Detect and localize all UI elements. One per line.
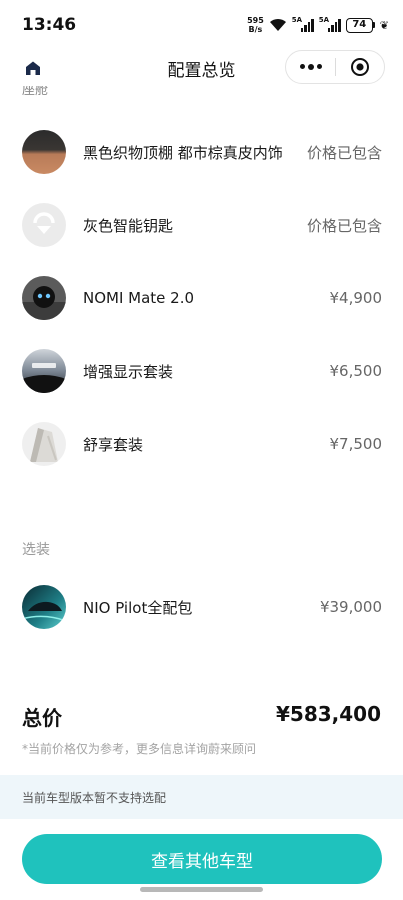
item-price: ¥39,000: [319, 598, 382, 616]
section-label-optional: 选装: [22, 542, 50, 558]
mini-program-capsule: [285, 50, 385, 84]
home-indicator[interactable]: [140, 887, 263, 892]
item-name: 增强显示套装: [83, 362, 174, 381]
net-speed-value: 595: [247, 16, 264, 25]
signal-1-icon: 5A: [292, 16, 314, 32]
net-speed-unit: B/s: [248, 25, 263, 34]
status-time: 13:46: [22, 15, 77, 35]
item-name: 黑色织物顶棚 都市棕真皮内饰: [83, 143, 283, 162]
hud-display-icon: [22, 349, 66, 393]
notice-bar: 当前车型版本暂不支持选配: [0, 775, 403, 819]
battery-icon: 74: [345, 17, 375, 33]
nio-key-logo-icon: [22, 203, 66, 247]
list-item: 增强显示套装 ¥6,500: [22, 349, 382, 393]
nav-bar: 配置总览: [0, 48, 403, 88]
close-mini-program-button[interactable]: [336, 57, 384, 77]
item-price: ¥6,500: [329, 362, 383, 380]
item-price: ¥7,500: [329, 435, 383, 453]
list-item: NOMI Mate 2.0 ¥4,900: [22, 276, 382, 320]
list-item: 灰色智能钥匙 价格已包含: [22, 203, 382, 247]
signal-2-icon: 5A: [319, 16, 341, 32]
comfort-seat-icon: [22, 422, 66, 466]
nomi-robot-icon: [22, 276, 66, 320]
status-bar: 13:46 595 B/s 5A 5A 74 ❦: [0, 0, 403, 50]
section-label-cabin: 座舱: [22, 86, 49, 98]
item-price: 价格已包含: [306, 143, 382, 162]
item-price: ¥4,900: [329, 289, 383, 307]
price-disclaimer: *当前价格仅为参考，更多信息详询蔚来顾问: [22, 742, 257, 756]
wifi-icon: [269, 18, 286, 31]
list-item: 舒享套装 ¥7,500: [22, 422, 382, 466]
item-price: 价格已包含: [306, 216, 382, 235]
nio-pilot-icon: [22, 585, 66, 629]
item-name: 舒享套装: [83, 435, 144, 454]
list-item: 黑色织物顶棚 都市棕真皮内饰 价格已包含: [22, 130, 382, 174]
view-other-models-button[interactable]: 查看其他车型: [22, 834, 382, 884]
leaf-icon: ❦: [379, 18, 389, 32]
item-name: NOMI Mate 2.0: [83, 289, 195, 307]
total-price: ¥583,400: [275, 702, 381, 726]
total-label: 总价: [22, 706, 62, 730]
interior-swatch-icon: [22, 130, 66, 174]
net-speed: 595 B/s: [247, 16, 264, 34]
notice-text: 当前车型版本暂不支持选配: [22, 791, 167, 805]
more-button[interactable]: [286, 64, 335, 70]
status-icons: 595 B/s 5A 5A 74 ❦: [247, 14, 389, 36]
item-name: NIO Pilot全配包: [83, 598, 193, 617]
battery-level: 74: [345, 17, 373, 33]
target-icon: [350, 58, 369, 76]
item-name: 灰色智能钥匙: [83, 216, 174, 235]
more-dots-icon: [299, 64, 305, 69]
list-item: NIO Pilot全配包 ¥39,000: [22, 585, 382, 629]
